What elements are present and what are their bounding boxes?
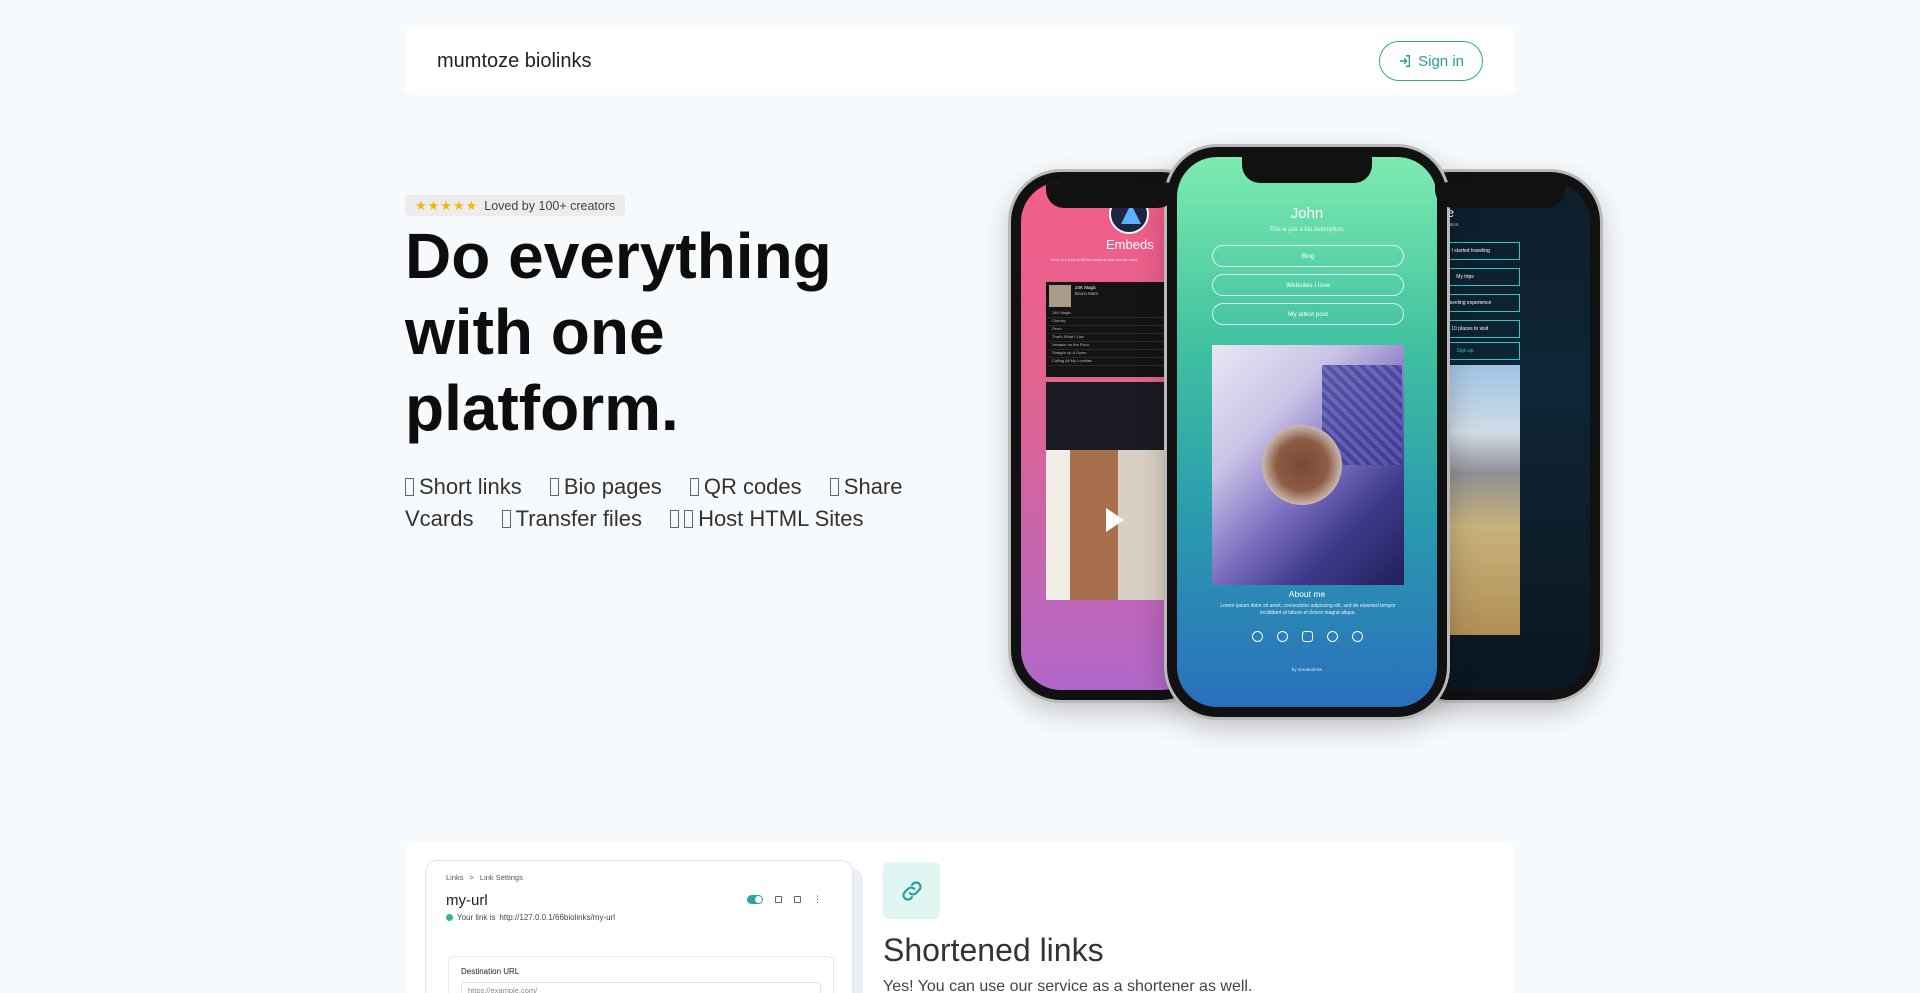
profile-description: This is just a bio description. [1269,227,1345,233]
link-toolbar: ⋮ [747,895,822,904]
coffee-laptop-photo [1212,345,1404,585]
badge-text: Loved by 100+ creators [484,198,616,213]
rating-stars-icon: ★★★★★ [415,197,479,213]
phone-notch [1242,157,1372,183]
destination-url-input[interactable]: https://example.com/ [461,982,821,993]
feature-title: Shortened links [883,932,1104,968]
social-icons [1177,631,1437,642]
file-icon [501,510,511,528]
destination-card: Destination URL https://example.com/ [448,956,834,993]
vcard-icon [829,478,839,496]
creators-badge: ★★★★★ Loved by 100+ creators [405,195,626,216]
stats-icon[interactable] [794,896,801,903]
brand-name[interactable]: mumtoze biolinks [437,50,592,73]
page-icon [549,478,559,496]
code-icon-2 [684,510,694,528]
code-icon [670,510,680,528]
link-icon [883,862,940,919]
feature-list: Short links Bio pages QR codes Share Vca… [405,471,925,535]
feature-qr-codes: QR codes [689,474,802,499]
sign-in-button[interactable]: Sign in [1379,41,1483,81]
phone-notch [1435,182,1565,208]
bio-link[interactable]: Websites I love [1212,274,1404,296]
instagram-icon[interactable] [1301,631,1313,642]
profile-footer: by amaBiolinks [1291,667,1323,672]
embeds-title: Embeds [1106,237,1154,252]
profile-name: John [1290,205,1324,222]
messenger-icon[interactable] [1276,631,1288,642]
link-url-line: Your link is http://127.0.0.1/66biolinks… [446,913,832,922]
sign-in-icon [1399,55,1411,67]
track-artist: Bruno Mars [1075,291,1099,296]
twitter-icon[interactable] [1326,631,1338,642]
feature-host-html: Host HTML Sites [670,506,864,531]
qr-icon [689,478,699,496]
phone-john: John This is just a bio description. Blo… [1167,147,1447,717]
bio-link[interactable]: Blog [1212,245,1404,267]
chain-link-icon [901,880,922,901]
about-text: Lorem ipsum dolor sit amet, consectetur … [1220,603,1396,616]
play-icon[interactable] [1106,508,1124,532]
album-art [1049,285,1071,307]
breadcrumb-separator: > [469,873,474,882]
copy-icon[interactable] [775,896,782,903]
whatsapp-icon[interactable] [1251,631,1263,642]
link-settings-mockup: Links > Link Settings my-url Your link i… [425,860,853,993]
phones-mockup: Embeds Here is a part of all the embeds … [1005,140,1605,720]
navbar: mumtoze biolinks Sign in [405,27,1515,95]
breadcrumb-link-settings: Link Settings [479,873,523,882]
breadcrumb-links[interactable]: Links [446,873,464,882]
embeds-subtitle: Here is a part of all the embeds that ca… [1051,257,1139,262]
phone-john-screen: John This is just a bio description. Blo… [1177,157,1437,707]
coffee-cup-shape [1262,425,1342,505]
feature-description: Yes! You can use our service as a shorte… [883,978,1253,993]
status-dot-icon [446,914,453,921]
hero-title: Do everything with one platform. [405,220,832,444]
enable-toggle[interactable] [747,895,763,904]
feature-short-links: Short links [405,474,522,499]
link-prefix: Your link is [457,913,496,922]
destination-label: Destination URL [461,967,520,976]
feature-bio-pages: Bio pages [549,474,662,499]
sign-in-label: Sign in [1418,52,1464,70]
tiktok-icon[interactable] [1351,631,1363,642]
link-url[interactable]: http://127.0.0.1/66biolinks/my-url [499,913,615,922]
about-title: About me [1288,589,1326,599]
feature-transfer-files: Transfer files [501,506,642,531]
bio-link[interactable]: My latest post [1212,303,1404,325]
more-icon[interactable]: ⋮ [813,895,822,904]
breadcrumb: Links > Link Settings [446,873,832,882]
phone-notch [1046,182,1176,208]
link-icon [405,478,414,496]
